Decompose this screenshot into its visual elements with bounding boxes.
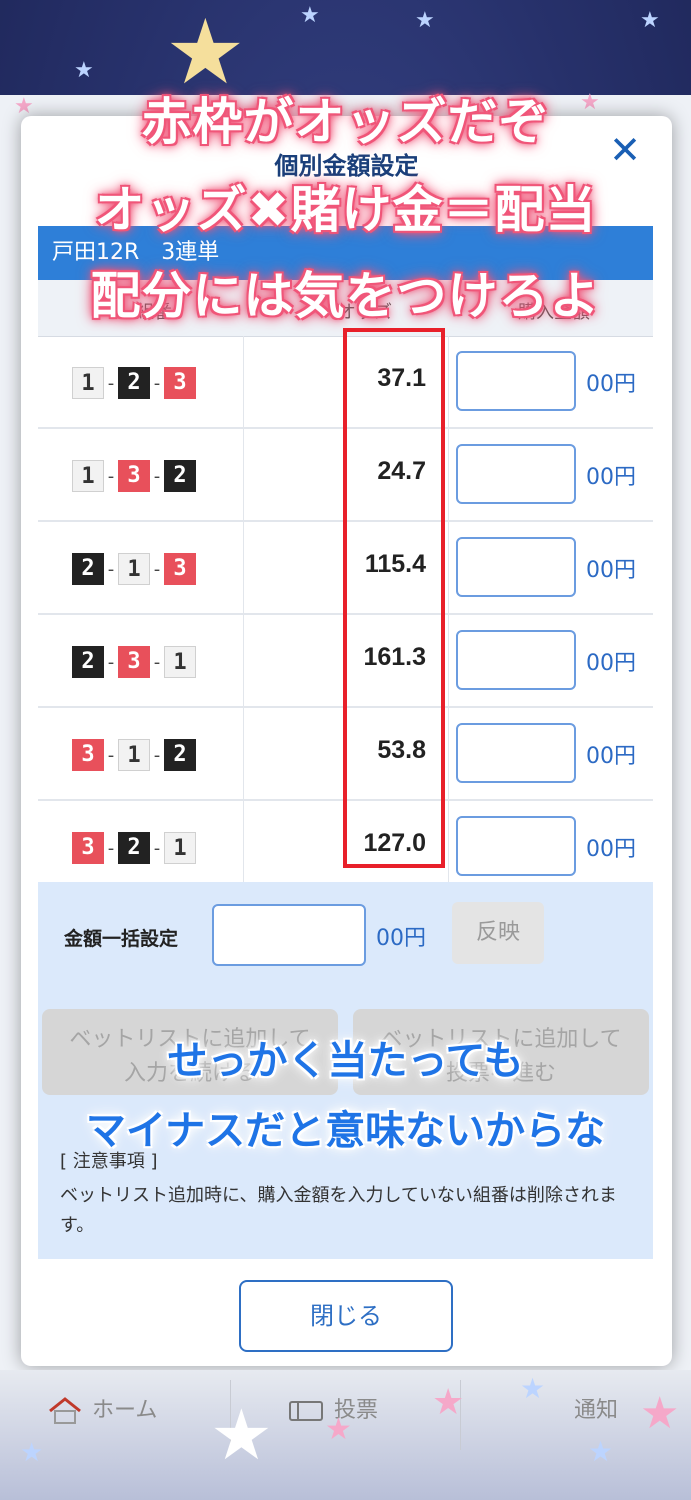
- dash: -: [153, 465, 161, 487]
- dash: -: [107, 558, 115, 580]
- boat-2-badge: 2: [72, 553, 104, 585]
- amount-cell: 00円: [448, 708, 653, 799]
- amount-unit: 00円: [586, 372, 636, 397]
- amount-input[interactable]: [456, 537, 576, 597]
- boat-3-badge: 3: [118, 646, 150, 678]
- boat-1-badge: 1: [118, 553, 150, 585]
- boat-1-badge: 1: [72, 367, 104, 399]
- boat-2-badge: 2: [164, 460, 196, 492]
- caption-line-3: 配分には気をつけろよ: [90, 267, 601, 325]
- star-icon: ★: [210, 1394, 273, 1476]
- amount-unit: 00円: [586, 744, 636, 769]
- dash: -: [107, 744, 115, 766]
- boat-2-badge: 2: [72, 646, 104, 678]
- star-icon: ★: [415, 8, 435, 33]
- amount-unit: 00円: [586, 465, 636, 490]
- caption-line-1: 赤枠がオッズだぞ: [141, 93, 550, 151]
- boat-1-badge: 1: [72, 460, 104, 492]
- tab-notify[interactable]: 通知: [574, 1392, 618, 1424]
- star-icon: ★: [640, 1388, 680, 1439]
- dash: -: [107, 651, 115, 673]
- combo-cell: 2- 1- 3: [38, 522, 244, 613]
- amount-unit: 00円: [586, 837, 636, 862]
- bulk-amount-unit: 00円: [376, 926, 426, 951]
- dash: -: [153, 837, 161, 859]
- star-icon: ★: [432, 1382, 465, 1423]
- caption-line-4: せっかく当たっても: [167, 1038, 524, 1084]
- combo-number: 2- 1- 3: [72, 553, 196, 585]
- amount-cell: 00円: [448, 429, 653, 520]
- tab-home[interactable]: ホーム: [46, 1392, 157, 1425]
- combo-number: 1- 2- 3: [72, 367, 196, 399]
- boat-1-badge: 1: [164, 646, 196, 678]
- caption-line-5: マイナスだと意味ないからな: [85, 1108, 606, 1154]
- boat-3-badge: 3: [164, 367, 196, 399]
- star-icon: ★: [20, 1438, 44, 1468]
- ticket-icon: [288, 1397, 326, 1425]
- amount-unit: 00円: [586, 558, 636, 583]
- amount-cell: 00円: [448, 522, 653, 613]
- amount-unit: 00円: [586, 651, 636, 676]
- home-icon: [46, 1397, 84, 1425]
- boat-3-badge: 3: [72, 832, 104, 864]
- boat-2-badge: 2: [164, 739, 196, 771]
- star-icon: ★: [640, 8, 660, 33]
- amount-input[interactable]: [456, 351, 576, 411]
- tab-home-label: ホーム: [92, 1398, 158, 1423]
- combo-cell: 1- 2- 3: [38, 336, 244, 427]
- close-button[interactable]: 閉じる: [239, 1280, 453, 1352]
- dash: -: [153, 558, 161, 580]
- combo-number: 1- 3- 2: [72, 460, 196, 492]
- combo-number: 3- 2- 1: [72, 832, 196, 864]
- boat-3-badge: 3: [118, 460, 150, 492]
- star-icon: ★: [588, 1435, 614, 1468]
- bulk-amount-section: 金額一括設定 00円 反映: [38, 882, 653, 987]
- dash: -: [153, 744, 161, 766]
- star-icon: ★: [300, 3, 320, 28]
- amount-cell: 00円: [448, 801, 653, 892]
- combo-number: 2- 3- 1: [72, 646, 196, 678]
- star-icon: ★: [325, 1412, 352, 1447]
- boat-1-badge: 1: [164, 832, 196, 864]
- boat-1-badge: 1: [118, 739, 150, 771]
- notes-text: ベットリスト追加時に、購入金額を入力していない組番は削除されます。: [60, 1185, 617, 1236]
- star-icon: ★: [520, 1372, 546, 1405]
- combo-number: 3- 1- 2: [72, 739, 196, 771]
- amount-input[interactable]: [456, 444, 576, 504]
- dash: -: [107, 837, 115, 859]
- amount-input[interactable]: [456, 816, 576, 876]
- combo-cell: 3- 1- 2: [38, 708, 244, 799]
- boat-3-badge: 3: [164, 553, 196, 585]
- dash: -: [153, 372, 161, 394]
- boat-2-badge: 2: [118, 367, 150, 399]
- combo-cell: 3- 2- 1: [38, 801, 244, 892]
- caption-line-2: オッズ✖︎賭け金＝配当: [94, 181, 597, 239]
- combo-cell: 2- 3- 1: [38, 615, 244, 706]
- tab-notify-label: 通知: [574, 1398, 619, 1423]
- boat-2-badge: 2: [118, 832, 150, 864]
- amount-input[interactable]: [456, 723, 576, 783]
- bulk-amount-label: 金額一括設定: [64, 928, 179, 950]
- amount-cell: 00円: [448, 336, 653, 427]
- combo-cell: 1- 3- 2: [38, 429, 244, 520]
- boat-3-badge: 3: [72, 739, 104, 771]
- amount-cell: 00円: [448, 615, 653, 706]
- dash: -: [107, 372, 115, 394]
- amount-input[interactable]: [456, 630, 576, 690]
- star-icon: ★: [74, 58, 94, 83]
- reflect-button[interactable]: 反映: [452, 902, 544, 964]
- odds-highlight-frame: [343, 328, 445, 868]
- bulk-amount-input[interactable]: [212, 904, 366, 966]
- dash: -: [107, 465, 115, 487]
- dash: -: [153, 651, 161, 673]
